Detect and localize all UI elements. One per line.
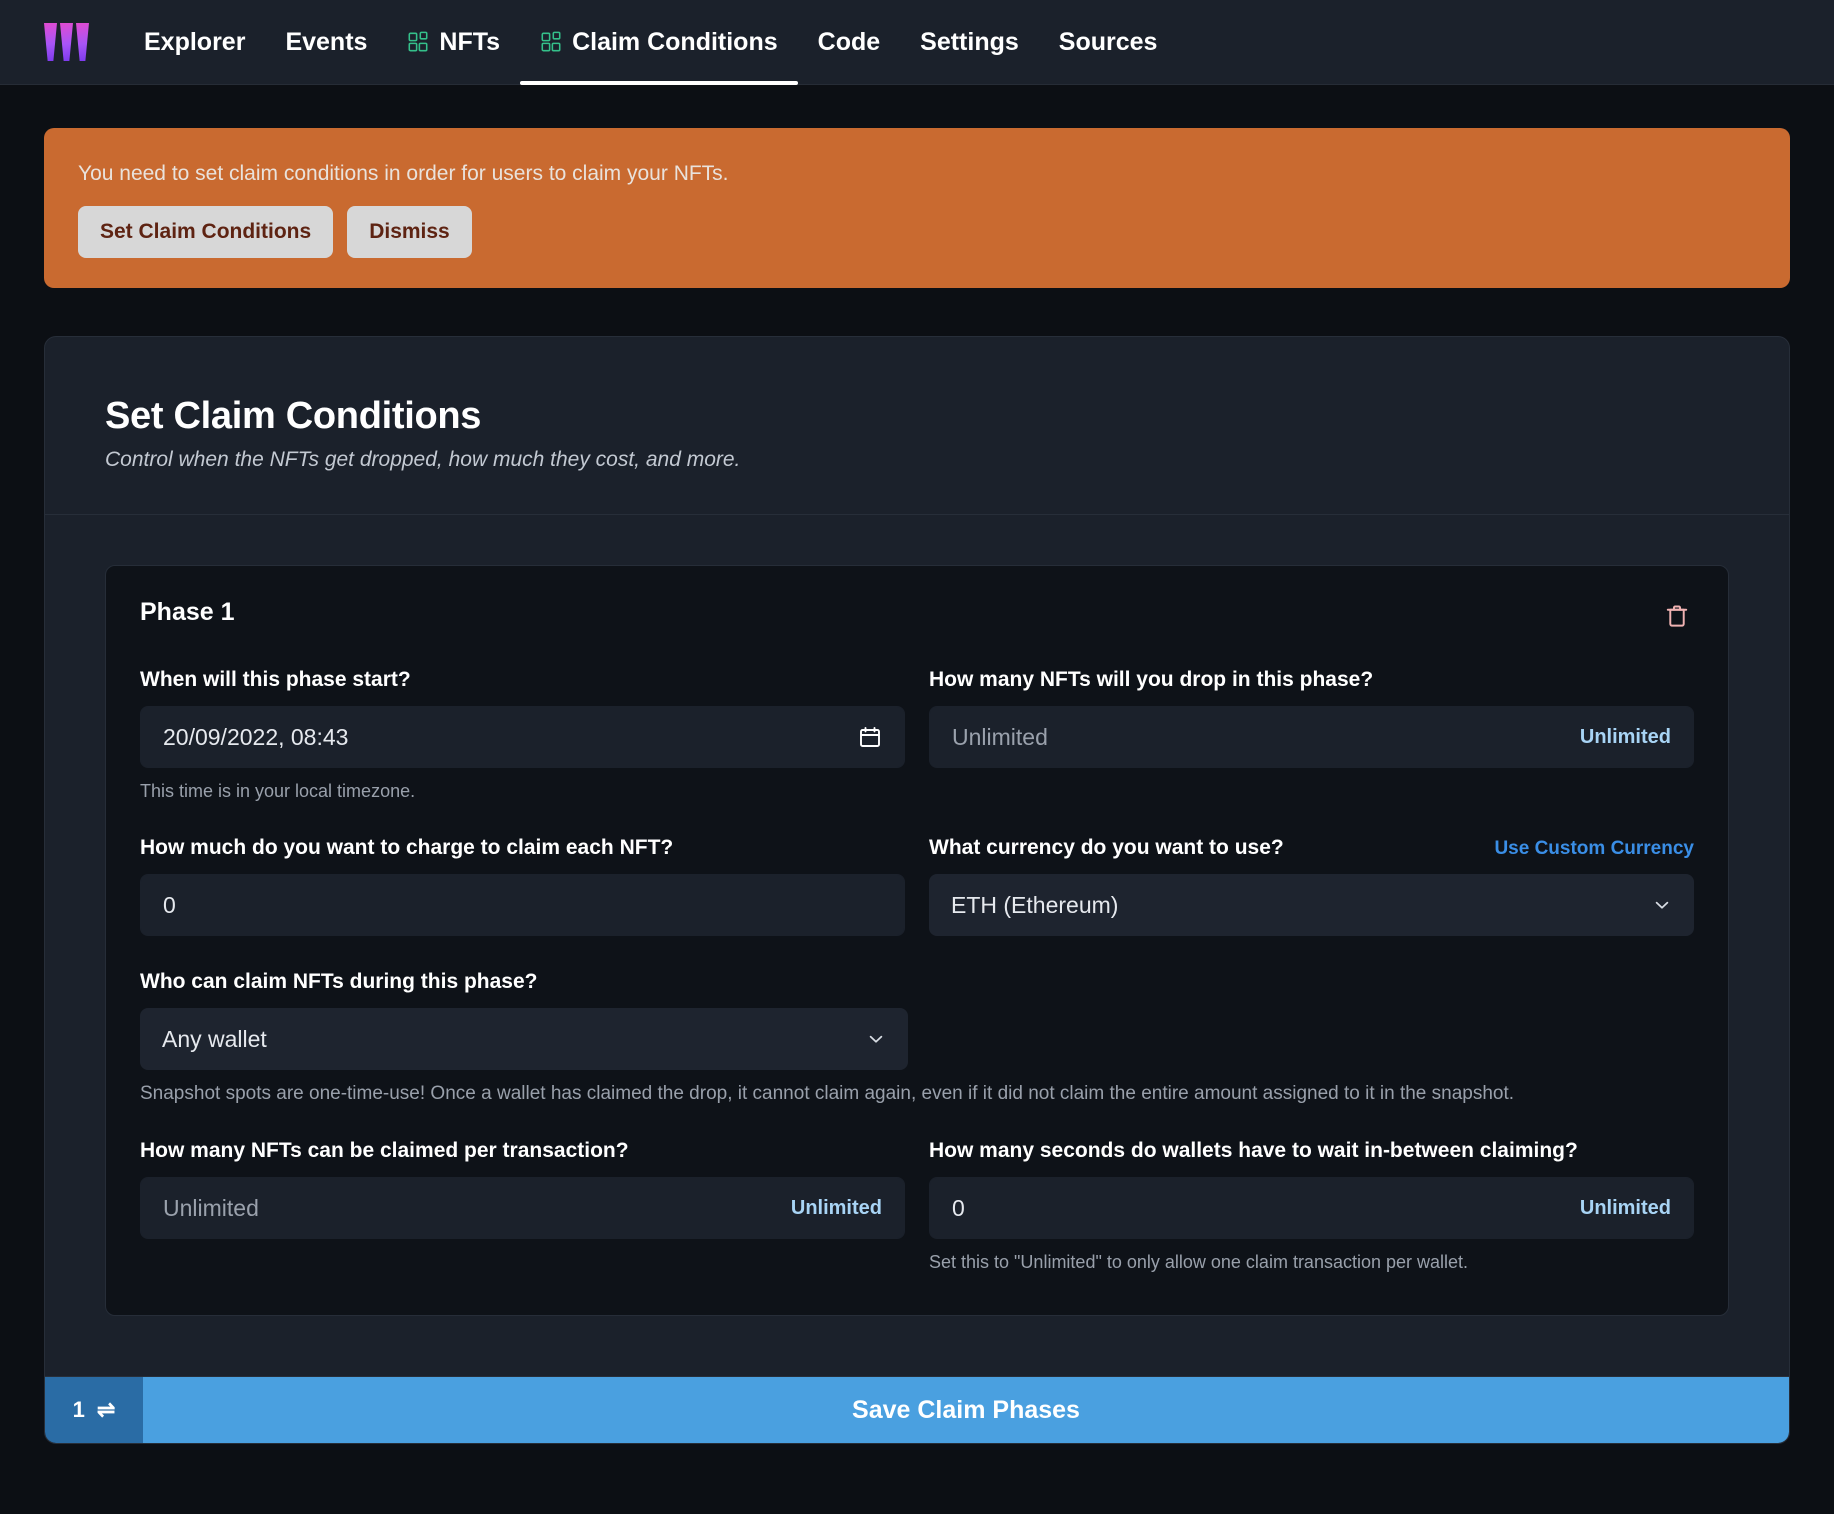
phase-wait-seconds-helper: Set this to "Unlimited" to only allow on… [929, 1252, 1694, 1273]
phase-currency-select[interactable]: ETH (Ethereum) [929, 874, 1694, 936]
phase-audience-select[interactable]: Any wallet [140, 1008, 908, 1070]
phase-row-4: How many NFTs can be claimed per transac… [140, 1105, 1694, 1273]
blocks-icon [407, 31, 429, 53]
alert-message: You need to set claim conditions in orde… [78, 162, 1756, 186]
phase-wait-seconds-input[interactable]: 0 Unlimited [929, 1177, 1694, 1239]
phase-price-field: How much do you want to charge to claim … [140, 836, 905, 936]
top-navigation-bar: Explorer Events NFTs Claim Conditions Co… [0, 0, 1834, 85]
chevron-down-icon [1652, 895, 1672, 915]
logo-stroke-2 [60, 23, 73, 61]
nav-tab-label: Code [818, 28, 881, 57]
nav-tab-label: Sources [1059, 28, 1158, 57]
phase-currency-label-row: What currency do you want to use? Use Cu… [929, 836, 1694, 860]
phase-supply-value: Unlimited [952, 724, 1580, 751]
set-claim-conditions-button[interactable]: Set Claim Conditions [78, 206, 333, 258]
phase-wait-seconds-field: How many seconds do wallets have to wait… [929, 1139, 1694, 1273]
phase-currency-label: What currency do you want to use? [929, 836, 1284, 860]
phase-row-1: When will this phase start? 20/09/2022, … [140, 634, 1694, 802]
nav-tab-label: NFTs [439, 28, 500, 57]
phase-audience-helper: Snapshot spots are one-time-use! Once a … [140, 1083, 1694, 1105]
logo-stroke-1 [44, 23, 57, 61]
set-claim-conditions-card: Set Claim Conditions Control when the NF… [44, 336, 1790, 1444]
phase-supply-label: How many NFTs will you drop in this phas… [929, 668, 1694, 692]
phase-price-input[interactable]: 0 [140, 874, 905, 936]
delete-phase-button[interactable] [1660, 598, 1694, 634]
calendar-icon[interactable] [858, 725, 882, 749]
phase-start-field: When will this phase start? 20/09/2022, … [140, 668, 905, 802]
phase-per-transaction-unlimited-button[interactable]: Unlimited [791, 1197, 882, 1220]
nav-tab-code[interactable]: Code [798, 0, 901, 85]
phase-per-transaction-field: How many NFTs can be claimed per transac… [140, 1139, 905, 1273]
nav-tab-settings[interactable]: Settings [900, 0, 1039, 85]
nav-tab-nfts[interactable]: NFTs [387, 0, 520, 85]
thirdweb-logo[interactable] [44, 22, 96, 62]
phase-supply-input[interactable]: Unlimited Unlimited [929, 706, 1694, 768]
phase-row-2: How much do you want to charge to claim … [140, 802, 1694, 936]
phase-title: Phase 1 [140, 598, 235, 627]
claim-conditions-alert-banner: You need to set claim conditions in orde… [44, 128, 1790, 288]
phase-supply-unlimited-button[interactable]: Unlimited [1580, 726, 1671, 749]
chevron-down-icon [866, 1029, 886, 1049]
nav-tab-label: Events [285, 28, 367, 57]
phase-audience-value: Any wallet [162, 1026, 866, 1053]
phase-audience-label: Who can claim NFTs during this phase? [140, 970, 1694, 994]
phase-supply-field: How many NFTs will you drop in this phas… [929, 668, 1694, 802]
nav-tab-label: Settings [920, 28, 1019, 57]
trash-icon [1664, 602, 1690, 630]
phase-wait-seconds-unlimited-button[interactable]: Unlimited [1580, 1197, 1671, 1220]
phase-per-transaction-input[interactable]: Unlimited Unlimited [140, 1177, 905, 1239]
phase-wait-seconds-label: How many seconds do wallets have to wait… [929, 1139, 1694, 1163]
blocks-icon [540, 31, 562, 53]
page-subtitle: Control when the NFTs get dropped, how m… [105, 448, 1729, 472]
transaction-count-badge[interactable]: 1 ⇌ [45, 1377, 143, 1443]
save-bar: 1 ⇌ Save Claim Phases [45, 1377, 1789, 1443]
nav-tab-claim-conditions[interactable]: Claim Conditions [520, 0, 798, 85]
phase-per-transaction-value: Unlimited [163, 1195, 791, 1222]
phase-currency-value: ETH (Ethereum) [951, 892, 1652, 919]
phase-per-transaction-label: How many NFTs can be claimed per transac… [140, 1139, 905, 1163]
transaction-count: 1 [73, 1397, 85, 1423]
alert-actions: Set Claim Conditions Dismiss [78, 206, 1756, 258]
nav-tab-label: Explorer [144, 28, 245, 57]
dismiss-button[interactable]: Dismiss [347, 206, 472, 258]
phase-price-label: How much do you want to charge to claim … [140, 836, 905, 860]
phase-start-helper: This time is in your local timezone. [140, 781, 905, 802]
use-custom-currency-link[interactable]: Use Custom Currency [1494, 838, 1694, 860]
phase-header: Phase 1 [140, 598, 1694, 634]
card-body: Phase 1 When will this phase start? [45, 515, 1789, 1376]
page-content: You need to set claim conditions in orde… [0, 128, 1834, 1444]
phase-wait-seconds-value: 0 [952, 1195, 1580, 1222]
nav-tab-explorer[interactable]: Explorer [124, 0, 265, 85]
card-header: Set Claim Conditions Control when the NF… [45, 337, 1789, 514]
phase-card: Phase 1 When will this phase start? [105, 565, 1729, 1316]
phase-audience-field: Who can claim NFTs during this phase? An… [140, 970, 1694, 1105]
phase-start-input[interactable]: 20/09/2022, 08:43 [140, 706, 905, 768]
nav-tab-events[interactable]: Events [265, 0, 387, 85]
phase-currency-field: What currency do you want to use? Use Cu… [929, 836, 1694, 936]
phase-start-label: When will this phase start? [140, 668, 905, 692]
nav-tab-sources[interactable]: Sources [1039, 0, 1178, 85]
logo-stroke-3 [76, 23, 89, 61]
save-claim-phases-button[interactable]: Save Claim Phases [143, 1377, 1789, 1443]
nav-tab-label: Claim Conditions [572, 28, 778, 57]
page-title: Set Claim Conditions [105, 395, 1729, 438]
phase-start-value: 20/09/2022, 08:43 [163, 724, 858, 751]
transfer-icon: ⇌ [97, 1397, 115, 1423]
phase-price-value: 0 [163, 892, 882, 919]
